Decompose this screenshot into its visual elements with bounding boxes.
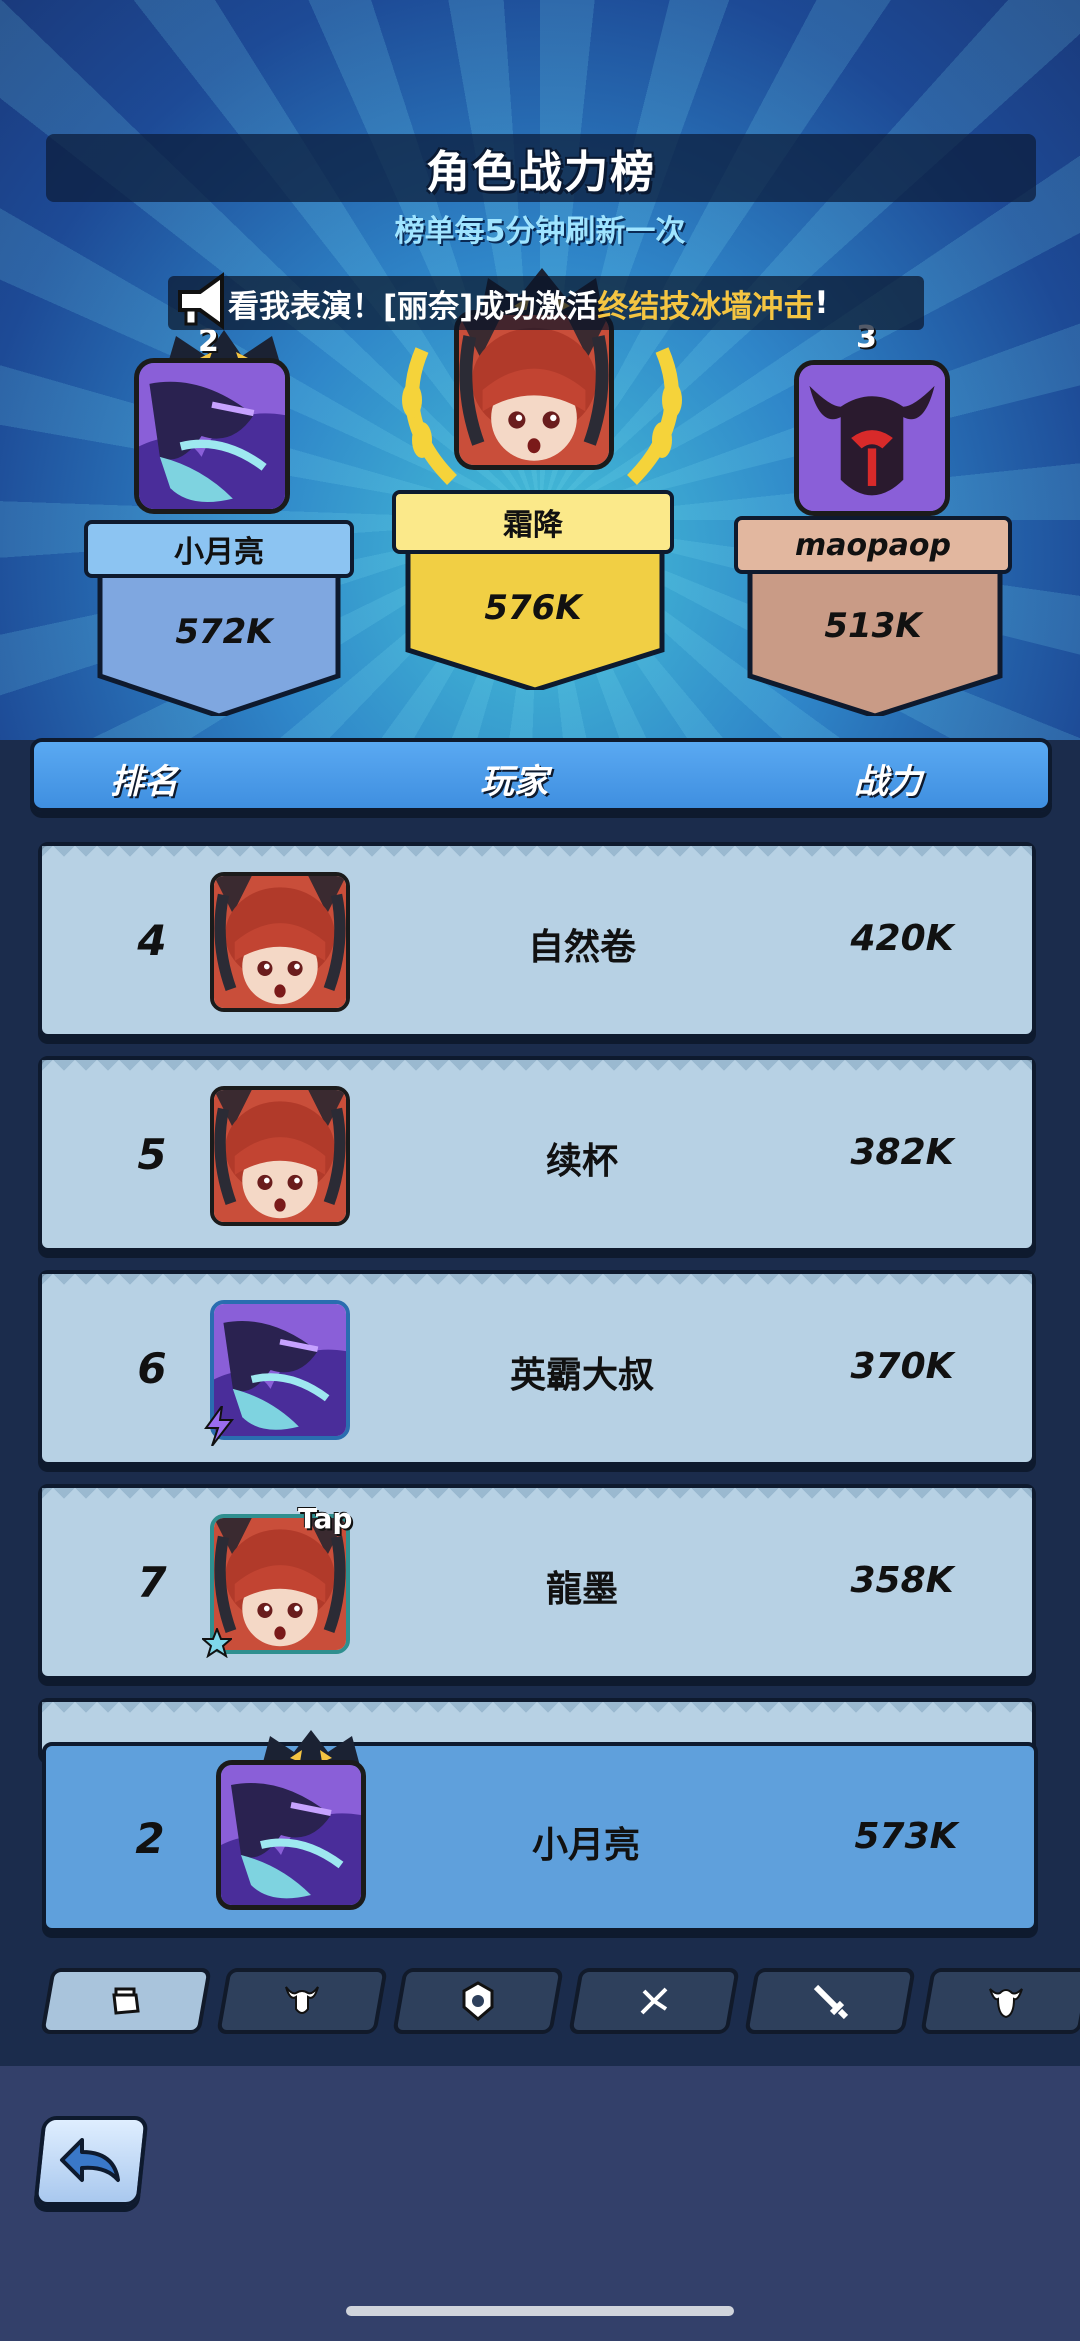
page-title: 角色战力榜 [426, 147, 656, 198]
tab-helmet[interactable] [920, 1968, 1080, 2034]
table-header: 排名 玩家 战力 [30, 738, 1052, 812]
podium-third[interactable]: 3 maopaop 513K [734, 320, 1024, 720]
broadcast-highlight: 终结技冰墙冲击 [597, 288, 815, 325]
header-power: 战力 [854, 762, 922, 802]
row-rank: 6 [137, 1344, 167, 1393]
row-player-name: 龍墨 [545, 1569, 618, 1610]
red-hair-girl-avatar [210, 1086, 350, 1226]
red-hair-girl-avatar [454, 310, 614, 470]
branch-icon [640, 1987, 668, 2015]
row-rank: 7 [137, 1558, 167, 1607]
podium-first-score: 576K [484, 588, 582, 628]
broadcast-banner: 看我表演！[丽奈]成功激活 终结技冰墙冲击! [168, 276, 924, 330]
row-rank: 5 [137, 1130, 167, 1179]
refresh-subtitle: 榜单每5分钟刷新一次 [394, 214, 686, 249]
podium-third-score: 513K [824, 606, 922, 646]
podium-second-score: 572K [175, 612, 273, 652]
tab-bull-horn[interactable] [216, 1968, 388, 2034]
star-badge-icon [200, 1626, 234, 1659]
podium-third-name: maopaop [734, 516, 1012, 574]
table-row[interactable]: 7 Tap 龍墨 358K [38, 1484, 1036, 1680]
lightning-badge-icon [202, 1405, 236, 1447]
tab-branch[interactable] [568, 1968, 740, 2034]
sword-icon [813, 1984, 849, 2020]
home-indicator[interactable] [346, 2306, 734, 2316]
category-tabs [0, 1968, 1080, 2038]
bull-horn-icon [285, 1986, 319, 2014]
broadcast-end: ! [814, 285, 829, 321]
tap-badge: Tap [298, 1502, 353, 1535]
red-hair-girl-avatar [210, 872, 350, 1012]
title-bar: 角色战力榜 [46, 134, 1036, 202]
row-zigzag [42, 1702, 1032, 1716]
self-power: 573K [854, 1816, 958, 1857]
row-zigzag [42, 1488, 1032, 1502]
podium-second-name: 小月亮 [84, 520, 354, 578]
dragon-avatar [134, 358, 290, 514]
helmet-icon [989, 1988, 1023, 2019]
header-player: 玩家 [480, 762, 548, 802]
horned-helmet-avatar [794, 360, 950, 516]
podium-first-name: 霜降 [392, 490, 674, 554]
shield-icon [462, 1981, 494, 2021]
back-arrow-icon [60, 2138, 120, 2182]
row-zigzag [42, 846, 1032, 860]
self-player-name: 小月亮 [531, 1825, 640, 1866]
row-player-name: 自然卷 [527, 927, 636, 968]
back-button[interactable] [33, 2116, 149, 2206]
footer-panel [0, 2066, 1080, 2341]
row-rank: 4 [137, 916, 167, 965]
table-row[interactable]: 6 英霸大叔 370K [38, 1270, 1036, 1466]
tab-sword[interactable] [744, 1968, 916, 2034]
row-player-name: 续杯 [545, 1141, 618, 1182]
table-row[interactable]: 5 续杯 382K [38, 1056, 1036, 1252]
row-power: 358K [850, 1560, 954, 1601]
row-power: 382K [850, 1132, 954, 1173]
table-row[interactable]: 4 自然卷 420K [38, 842, 1036, 1038]
fist-icon [112, 1987, 140, 2015]
broadcast-text: 看我表演！[丽奈]成功激活 [228, 288, 598, 325]
header-rank: 排名 [110, 762, 178, 802]
row-power: 370K [850, 1346, 954, 1387]
tab-shield[interactable] [392, 1968, 564, 2034]
row-zigzag [42, 1274, 1032, 1288]
self-rank: 2 [135, 1814, 165, 1863]
row-player-name: 英霸大叔 [509, 1355, 654, 1396]
row-power: 420K [850, 918, 954, 959]
dragon-avatar [216, 1760, 366, 1910]
podium-second[interactable]: 2 小月亮 572K [84, 324, 364, 730]
row-zigzag [42, 1060, 1032, 1074]
self-rank-row[interactable]: 2 小月亮 573K [42, 1730, 1038, 1932]
megaphone-icon [172, 270, 234, 332]
tab-fist[interactable] [40, 1968, 212, 2034]
